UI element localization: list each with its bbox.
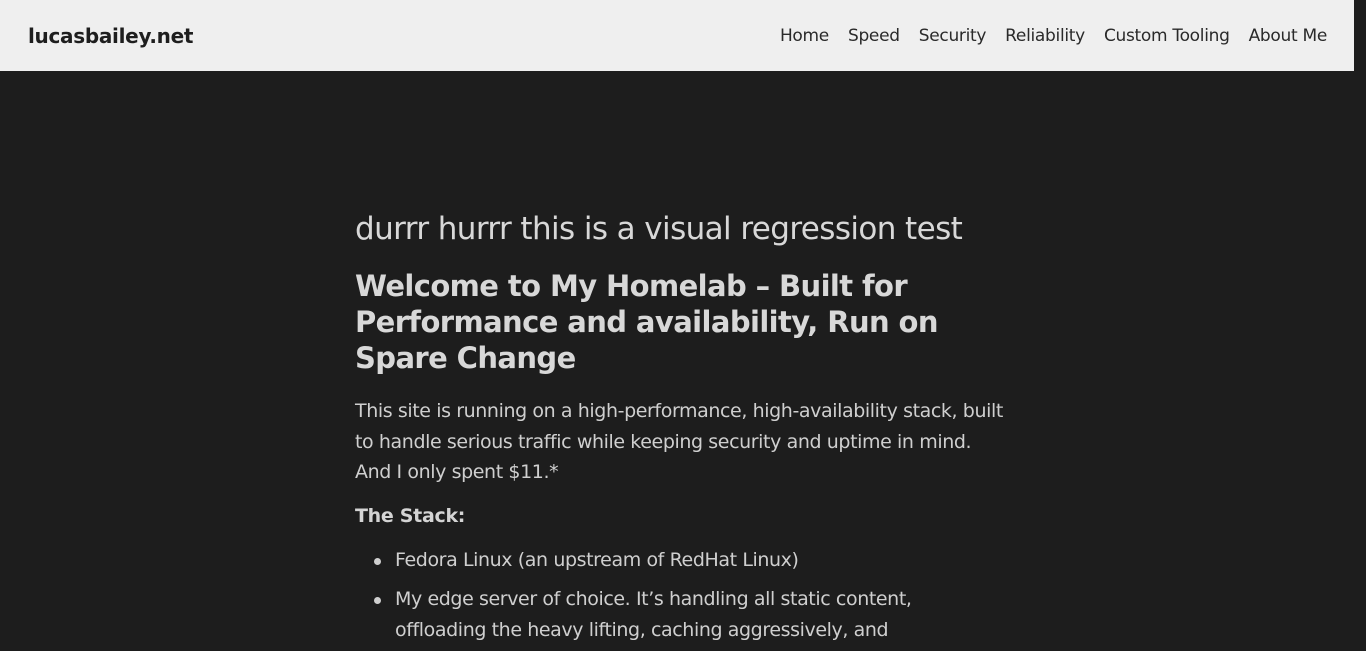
nav-link-custom-tooling[interactable]: Custom Tooling bbox=[1104, 26, 1230, 46]
nav-link-security[interactable]: Security bbox=[919, 26, 987, 46]
top-navbar: lucasbailey.net Home Speed Security Reli… bbox=[0, 0, 1354, 71]
nav-link-home[interactable]: Home bbox=[780, 26, 829, 46]
list-item-text: Fedora Linux (an upstream of RedHat Linu… bbox=[395, 548, 799, 571]
nav-links: Home Speed Security Reliability Custom T… bbox=[761, 26, 1327, 46]
scrollbar[interactable] bbox=[1354, 0, 1366, 651]
stack-heading: The Stack: bbox=[355, 504, 466, 527]
nav-link-reliability[interactable]: Reliability bbox=[1005, 26, 1085, 46]
stack-list: Fedora Linux (an upstream of RedHat Linu… bbox=[355, 545, 1005, 646]
nav-link-about-me[interactable]: About Me bbox=[1249, 26, 1328, 46]
list-item: My edge server of choice. It’s handling … bbox=[374, 584, 1005, 646]
nav-link-speed[interactable]: Speed bbox=[848, 26, 900, 46]
list-item-text: My edge server of choice. It’s handling … bbox=[395, 587, 912, 641]
site-brand-link[interactable]: lucasbailey.net bbox=[28, 24, 193, 48]
main-content: durrr hurrr this is a visual regression … bbox=[355, 208, 1005, 651]
regression-test-heading: durrr hurrr this is a visual regression … bbox=[355, 211, 963, 247]
page: lucasbailey.net Home Speed Security Reli… bbox=[0, 0, 1366, 651]
intro-paragraph: This site is running on a high-performan… bbox=[355, 400, 1003, 483]
list-item: Fedora Linux (an upstream of RedHat Linu… bbox=[374, 545, 1005, 576]
page-title: Welcome to My Homelab – Built for Perfor… bbox=[355, 269, 939, 375]
bullet-icon bbox=[374, 596, 381, 604]
bullet-icon bbox=[374, 557, 381, 565]
